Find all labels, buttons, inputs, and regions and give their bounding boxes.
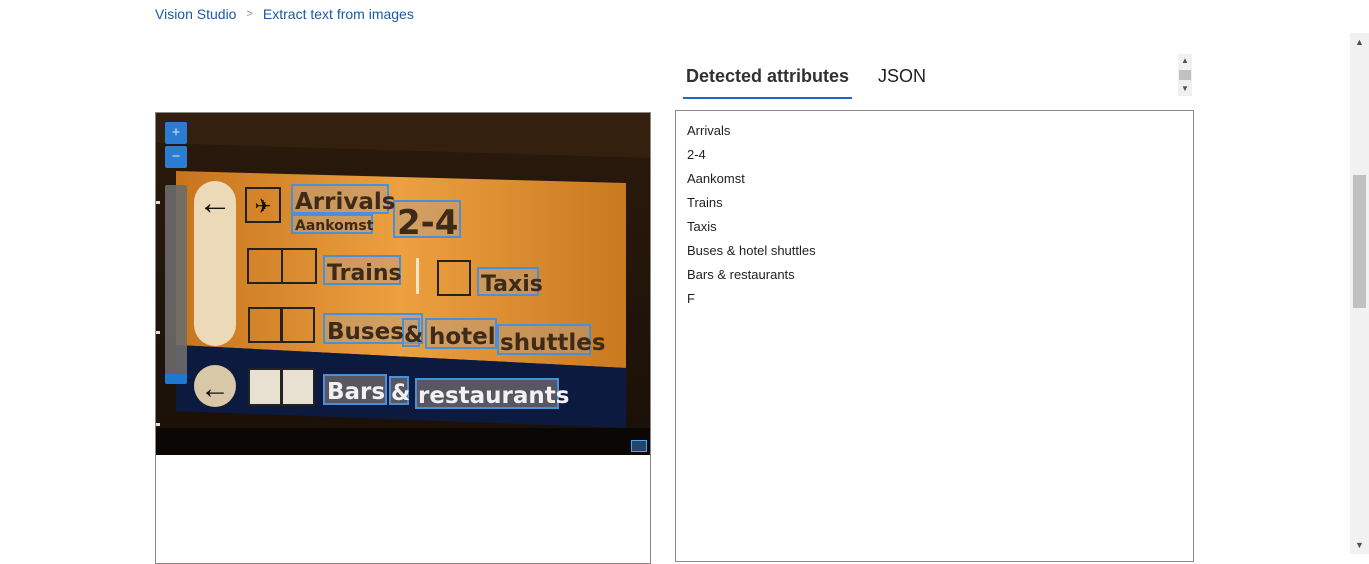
zoom-out-button[interactable]: − xyxy=(165,146,187,168)
detected-line: Buses & hotel shuttles xyxy=(687,243,816,258)
detected-line: F xyxy=(687,291,695,306)
sign-word-amp1: & xyxy=(404,323,423,348)
tick-mark xyxy=(156,423,160,426)
cutlery-icon xyxy=(281,368,315,406)
arrow-left-icon-lower: ← xyxy=(200,372,230,405)
breadcrumb-link-vision-studio[interactable]: Vision Studio xyxy=(155,6,236,22)
sign-word-gates: 2-4 xyxy=(397,203,458,243)
detected-attributes-panel: Arrivals 2-4 Aankomst Trains Taxis Buses… xyxy=(675,110,1194,562)
fit-to-screen-icon[interactable] xyxy=(631,440,647,452)
sign-word-bars: Bars xyxy=(327,379,385,405)
sign-word-arrivals: Arrivals xyxy=(295,189,395,215)
sign-word-shuttles: shuttles xyxy=(500,330,606,356)
zoom-in-button[interactable]: + xyxy=(165,122,187,144)
breadcrumb: Vision Studio > Extract text from images xyxy=(155,5,414,23)
detected-line: 2-4 xyxy=(687,147,706,162)
sign-word-taxis: Taxis xyxy=(481,272,543,297)
page-scroll-thumb[interactable] xyxy=(1353,175,1366,308)
scroll-down-icon[interactable]: ▼ xyxy=(1350,539,1369,551)
tab-json[interactable]: JSON xyxy=(875,58,929,99)
scroll-up-icon[interactable]: ▲ xyxy=(1350,36,1369,48)
scroll-down-icon[interactable]: ▼ xyxy=(1178,84,1192,94)
tick-mark xyxy=(156,331,160,334)
divider xyxy=(416,258,419,294)
sign-image: ← ← ✈ Arrivals Aankomst 2-4 Trains Taxis… xyxy=(156,113,650,455)
image-viewer[interactable]: ← ← ✈ Arrivals Aankomst 2-4 Trains Taxis… xyxy=(156,113,650,455)
image-panel: ← ← ✈ Arrivals Aankomst 2-4 Trains Taxis… xyxy=(155,112,651,564)
tick-mark xyxy=(156,201,160,204)
page-scrollbar[interactable]: ▲ ▼ xyxy=(1350,33,1369,554)
zoom-slider-thumb[interactable] xyxy=(165,374,187,384)
scroll-thumb[interactable] xyxy=(1179,70,1191,80)
detected-line: Trains xyxy=(687,195,723,210)
sign-word-aankomst: Aankomst xyxy=(295,218,374,234)
tabs-scrollbar[interactable]: ▲ ▼ xyxy=(1178,54,1192,96)
arrow-left-icon: ← xyxy=(198,184,232,222)
detected-line: Arrivals xyxy=(687,123,731,138)
floor-shadow xyxy=(156,428,650,455)
scroll-up-icon[interactable]: ▲ xyxy=(1178,56,1192,66)
detected-line: Taxis xyxy=(687,219,717,234)
wine-glass-icon xyxy=(248,368,282,406)
chevron-right-icon: > xyxy=(246,8,253,20)
zoom-slider-track[interactable] xyxy=(165,185,187,384)
detected-lines-list: Arrivals 2-4 Aankomst Trains Taxis Buses… xyxy=(676,111,1193,311)
detected-line: Bars & restaurants xyxy=(687,267,795,282)
svg-text:✈: ✈ xyxy=(255,196,272,218)
result-tabs: Detected attributes JSON xyxy=(683,58,952,99)
breadcrumb-link-extract-text[interactable]: Extract text from images xyxy=(263,6,414,22)
sign-word-buses: Buses xyxy=(327,319,404,345)
sign-word-trains: Trains xyxy=(327,261,402,286)
sign-word-hotel: hotel xyxy=(429,324,496,350)
tab-detected-attributes[interactable]: Detected attributes xyxy=(683,58,853,99)
sign-word-amp2: & xyxy=(391,381,410,406)
detected-line: Aankomst xyxy=(687,171,745,186)
sign-word-restaurants: restaurants xyxy=(418,383,569,409)
